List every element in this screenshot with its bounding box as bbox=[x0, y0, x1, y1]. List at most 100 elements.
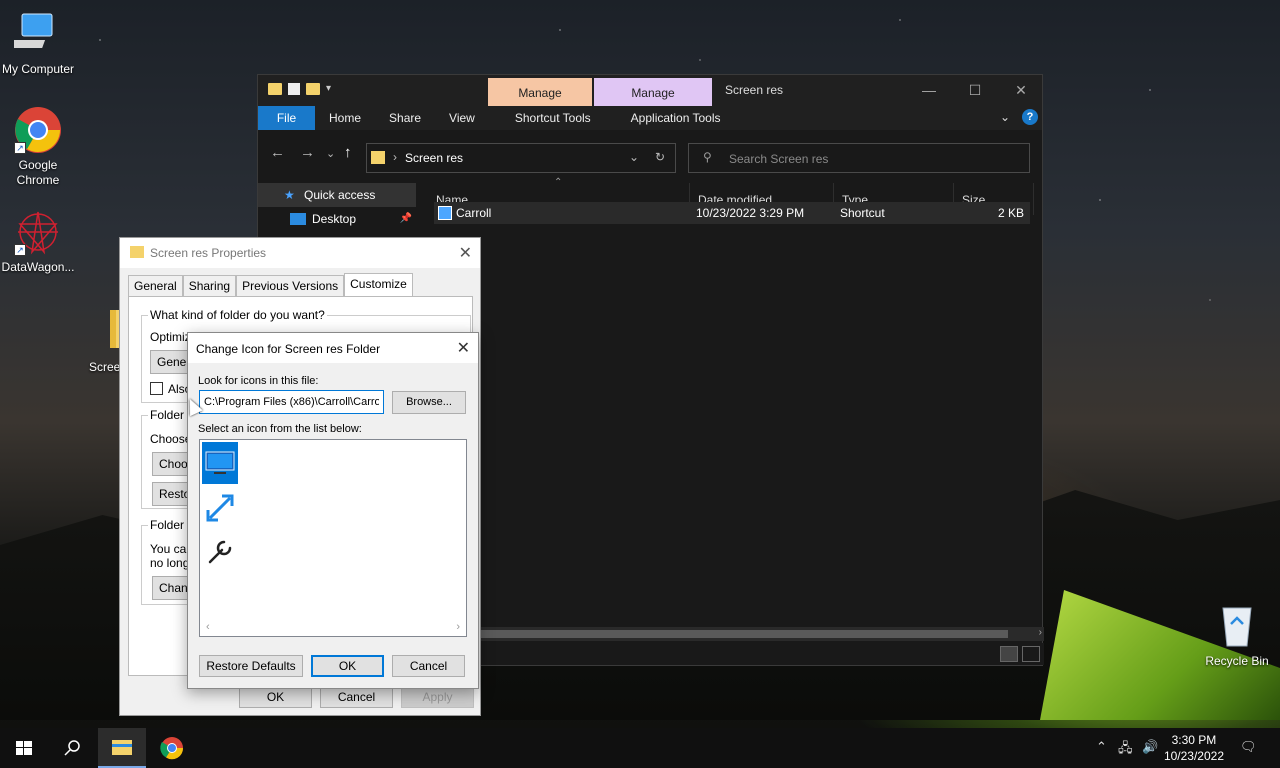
clock-time: 3:30 PM bbox=[1171, 733, 1217, 747]
desktop-icon bbox=[290, 213, 306, 225]
network-icon[interactable]: 🖧 bbox=[1118, 739, 1133, 761]
breadcrumb[interactable]: Screen res bbox=[405, 151, 463, 165]
explorer-titlebar: ▾ Manage Manage Screen res — ☐ ✕ bbox=[258, 75, 1042, 106]
scrollbar-thumb[interactable] bbox=[468, 630, 1008, 638]
chrome-icon: ↗ bbox=[14, 106, 62, 154]
properties-titlebar: Screen res Properties ✕ bbox=[120, 238, 480, 268]
show-hidden-icons-icon[interactable]: ⌃ bbox=[1096, 739, 1107, 755]
icon-list[interactable]: ‹ › bbox=[199, 439, 467, 637]
help-icon[interactable]: ? bbox=[1022, 109, 1038, 125]
qat-dropdown-icon[interactable]: ▾ bbox=[326, 83, 331, 95]
cancel-button[interactable]: Cancel bbox=[320, 686, 393, 708]
search-button[interactable] bbox=[48, 728, 96, 768]
tab-home[interactable]: Home bbox=[315, 106, 375, 130]
tab-application-tools[interactable]: Application Tools bbox=[617, 106, 735, 130]
window-title: Screen res bbox=[725, 83, 784, 97]
close-icon[interactable]: ✕ bbox=[459, 243, 472, 263]
desktop-icon-google-chrome[interactable]: ↗ Google Chrome bbox=[0, 106, 76, 188]
scroll-right-icon[interactable]: › bbox=[1039, 627, 1042, 638]
tab-view[interactable]: View bbox=[435, 106, 489, 130]
look-for-label: Look for icons in this file: bbox=[198, 375, 319, 387]
file-explorer-icon bbox=[112, 740, 132, 755]
icon-list-scrollbar[interactable]: ‹ › bbox=[200, 620, 466, 636]
action-center-icon[interactable]: 🗨 bbox=[1240, 739, 1257, 755]
clock-date: 10/23/2022 bbox=[1163, 749, 1224, 763]
chevron-down-icon[interactable]: ⌄ bbox=[629, 150, 639, 164]
tab-sharing[interactable]: Sharing bbox=[182, 275, 237, 296]
scroll-left-icon[interactable]: ‹ bbox=[206, 621, 210, 633]
taskbar-file-explorer[interactable] bbox=[98, 728, 146, 768]
icon-file-path-input[interactable] bbox=[199, 390, 384, 414]
tab-previous-versions[interactable]: Previous Versions bbox=[236, 275, 345, 296]
up-arrow-icon[interactable]: ↑ bbox=[344, 144, 352, 161]
maximize-button[interactable]: ☐ bbox=[952, 75, 998, 106]
tab-manage-application[interactable]: Manage bbox=[594, 78, 712, 106]
pin-icon[interactable]: 📌 bbox=[400, 207, 412, 231]
ok-button[interactable]: OK bbox=[239, 686, 312, 708]
close-icon[interactable]: ✕ bbox=[457, 338, 470, 358]
shortcut-arrow-icon: ↗ bbox=[14, 142, 26, 154]
chrome-icon bbox=[160, 737, 184, 760]
search-icon bbox=[64, 740, 80, 756]
windows-logo-icon bbox=[16, 741, 32, 755]
properties-icon[interactable] bbox=[288, 83, 300, 95]
nav-item-label: Quick access bbox=[304, 188, 376, 202]
also-apply-checkbox[interactable] bbox=[150, 382, 163, 395]
folder-icon bbox=[371, 151, 385, 164]
horizontal-scrollbar[interactable]: › bbox=[468, 627, 1044, 641]
tab-manage-shortcut[interactable]: Manage bbox=[488, 78, 592, 106]
recent-locations-icon[interactable]: ⌄ bbox=[326, 147, 335, 160]
start-button[interactable] bbox=[0, 728, 48, 768]
monitor-icon bbox=[205, 451, 235, 474]
large-icons-view-icon[interactable] bbox=[1022, 646, 1040, 662]
new-folder-icon[interactable] bbox=[306, 83, 320, 95]
apply-button[interactable]: Apply bbox=[401, 686, 474, 708]
tab-file[interactable]: File bbox=[258, 106, 315, 130]
icon-option-wrench[interactable] bbox=[202, 530, 238, 572]
taskbar: ⌃ 🖧 🔊 3:30 PM 10/23/2022 🗨 bbox=[0, 728, 1280, 768]
close-button[interactable]: ✕ bbox=[998, 75, 1044, 106]
expand-ribbon-icon[interactable]: ⌄ bbox=[1000, 110, 1010, 124]
tab-shortcut-tools[interactable]: Shortcut Tools bbox=[501, 106, 605, 130]
icon-option-resize[interactable] bbox=[202, 486, 238, 528]
minimize-button[interactable]: — bbox=[906, 75, 952, 106]
desktop-icon-recycle-bin[interactable]: Recycle Bin bbox=[1199, 602, 1275, 669]
details-view-icon[interactable] bbox=[1000, 646, 1018, 662]
forward-arrow-icon[interactable]: → bbox=[300, 144, 315, 161]
resize-arrows-icon bbox=[206, 494, 234, 522]
desktop-icon-my-computer[interactable]: My Computer bbox=[0, 10, 76, 77]
back-arrow-icon[interactable]: ← bbox=[270, 144, 285, 161]
dialog-title: Change Icon for Screen res Folder bbox=[196, 342, 381, 356]
ribbon-tabs: File Home Share View Shortcut Tools Appl… bbox=[258, 106, 1042, 130]
tab-general[interactable]: General bbox=[128, 275, 183, 296]
choose-label: Choose bbox=[150, 432, 192, 446]
nav-item-quick-access[interactable]: ★ Quick access bbox=[258, 183, 416, 207]
browse-button[interactable]: Browse... bbox=[392, 391, 466, 414]
file-type: Shortcut bbox=[840, 206, 885, 220]
clock[interactable]: 3:30 PM 10/23/2022 bbox=[1164, 732, 1224, 764]
address-bar[interactable]: › Screen res ⌄ ↻ bbox=[366, 143, 676, 173]
nav-item-desktop[interactable]: Desktop 📌 bbox=[258, 207, 416, 231]
restore-default-button[interactable]: Resto bbox=[152, 482, 192, 506]
cancel-button[interactable]: Cancel bbox=[392, 655, 465, 677]
choose-file-button[interactable]: Choo bbox=[152, 452, 192, 476]
ok-button[interactable]: OK bbox=[311, 655, 384, 677]
computer-icon bbox=[4, 10, 62, 58]
file-row[interactable]: Carroll 10/23/2022 3:29 PM Shortcut 2 KB bbox=[434, 202, 1030, 224]
folder-icon[interactable] bbox=[268, 83, 282, 95]
shortcut-file-icon bbox=[438, 206, 452, 220]
restore-defaults-button[interactable]: Restore Defaults bbox=[199, 655, 303, 677]
icon-option-monitor[interactable] bbox=[202, 442, 238, 484]
volume-icon[interactable]: 🔊 bbox=[1142, 739, 1158, 755]
search-input[interactable]: ⚲ Search Screen res bbox=[688, 143, 1030, 173]
refresh-icon[interactable]: ↻ bbox=[655, 150, 665, 164]
change-icon-button[interactable]: Chan bbox=[152, 576, 192, 600]
taskbar-chrome[interactable] bbox=[148, 728, 196, 768]
address-toolbar: ← → ⌄ ↑ › Screen res ⌄ ↻ ⚲ Search Screen… bbox=[258, 130, 1042, 176]
breadcrumb-chevron-icon[interactable]: › bbox=[393, 150, 397, 164]
desktop-icon-datawagon[interactable]: ↗ DataWagon... bbox=[0, 208, 76, 275]
scroll-right-icon[interactable]: › bbox=[456, 621, 460, 633]
tab-share[interactable]: Share bbox=[375, 106, 435, 130]
tab-customize[interactable]: Customize bbox=[344, 273, 413, 296]
star-icon: ★ bbox=[284, 188, 295, 202]
